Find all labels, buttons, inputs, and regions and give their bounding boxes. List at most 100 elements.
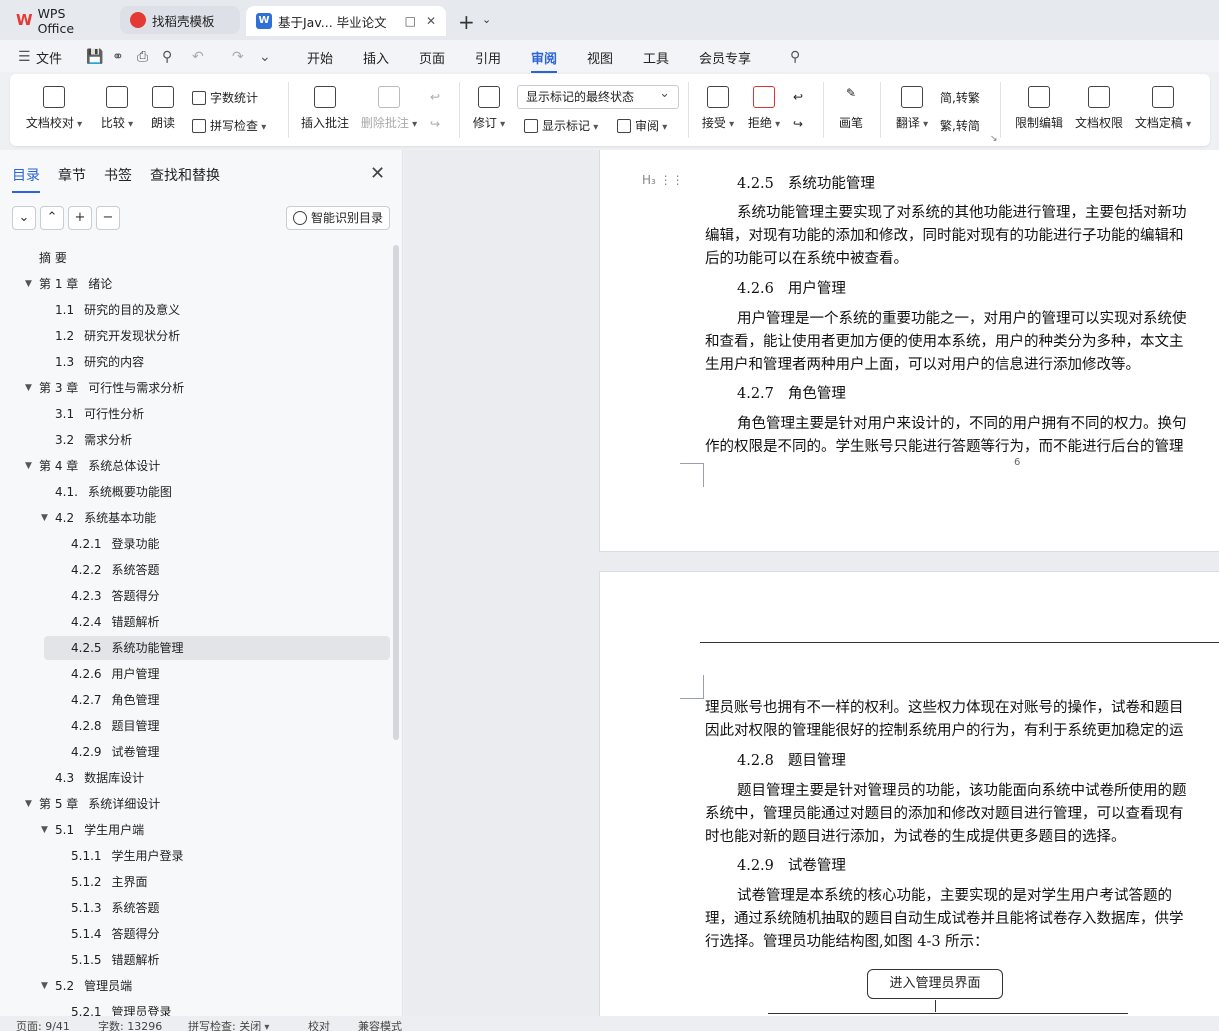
caret-down-icon[interactable]: ▼ xyxy=(25,272,32,296)
print-preview-icon[interactable]: ⚲ xyxy=(162,49,172,65)
previous-comment-icon[interactable]: ↩ xyxy=(430,90,440,104)
toc-item[interactable]: ▼ 第 3 章可行性与需求分析 xyxy=(25,376,184,400)
add-heading-button[interactable]: + xyxy=(68,206,92,230)
tab-chapters[interactable]: 章节 xyxy=(58,165,86,185)
toc-item[interactable]: 3.2 需求分析 xyxy=(55,428,132,452)
review-pane-button[interactable]: 审阅 xyxy=(617,117,667,134)
document-page[interactable]: 理员账号也拥有不一样的权利。这些权力体现在对账号的操作，试卷和题目 因此对权限的… xyxy=(599,571,1219,1016)
chevron-down-icon[interactable]: ⌄ xyxy=(259,49,271,65)
toc-item[interactable]: 摘 要 xyxy=(39,246,67,270)
toc-item[interactable]: 5.2.1 管理员登录 xyxy=(71,1000,172,1016)
word-count-button[interactable]: 字数统计 xyxy=(192,89,258,106)
undo-icon[interactable]: ↶ xyxy=(192,49,204,65)
document-page[interactable]: H₃ ⋮⋮ 4.2.5 系统功能管理 系统功能管理主要实现了对系统的其他功能进行管… xyxy=(599,150,1219,552)
revise-button[interactable]: 修订 xyxy=(470,86,508,131)
insert-comment-button[interactable]: 插入批注 xyxy=(298,86,352,131)
menu-member[interactable]: 会员专享 xyxy=(699,48,751,67)
caret-down-icon[interactable]: ▼ xyxy=(25,454,32,478)
toc-item[interactable]: ▼ 5.1 学生用户端 xyxy=(41,818,144,842)
restrict-edit-button[interactable]: 限制编辑 xyxy=(1010,86,1068,131)
show-markup-button[interactable]: 显示标记 xyxy=(524,117,598,134)
toc-item[interactable]: 5.1.5 错题解析 xyxy=(71,948,160,972)
word-count[interactable]: 字数: 13296 xyxy=(98,1018,162,1031)
close-icon[interactable]: ✕ xyxy=(370,163,385,184)
pen-button[interactable]: ✎ 画笔 xyxy=(834,86,868,131)
remove-heading-button[interactable]: − xyxy=(96,206,120,230)
close-tab-icon[interactable]: ✕ xyxy=(426,14,436,28)
menu-review[interactable]: 审阅 xyxy=(531,48,558,73)
search-icon[interactable]: ⚲ xyxy=(790,49,800,65)
tab-find-replace[interactable]: 查找和替换 xyxy=(150,165,220,185)
toc-item[interactable]: 4.2.6 用户管理 xyxy=(71,662,160,686)
print-icon[interactable]: ⎙ xyxy=(137,49,148,65)
tab-document[interactable]: W 基于Jav... 毕业论文 □ ✕ xyxy=(246,6,446,36)
tab-toc[interactable]: 目录 xyxy=(12,165,40,193)
markup-state-select[interactable]: 显示标记的最终状态 xyxy=(517,83,679,109)
move-up-button[interactable]: ⌃ xyxy=(40,206,64,230)
toc-item[interactable]: 4.2.4 错题解析 xyxy=(71,610,160,634)
caret-down-icon[interactable]: ▼ xyxy=(41,506,48,530)
proofread-status[interactable]: 校对 xyxy=(308,1018,330,1031)
menu-start[interactable]: 开始 xyxy=(307,48,333,67)
toc-item[interactable]: ▼ 第 1 章绪论 xyxy=(25,272,112,296)
caret-down-icon[interactable]: ▼ xyxy=(25,376,32,400)
toc-item[interactable]: 3.1 可行性分析 xyxy=(55,402,144,426)
previous-change-icon[interactable]: ↩ xyxy=(793,90,803,104)
translate-button[interactable]: 翻译 xyxy=(892,86,932,131)
toc-item[interactable]: ▼ 第 4 章系统总体设计 xyxy=(25,454,160,478)
redo-icon[interactable]: ↷ xyxy=(232,49,244,65)
toc-item[interactable]: 4.2.9 试卷管理 xyxy=(71,740,160,764)
collapse-down-button[interactable]: ⌄ xyxy=(12,206,36,230)
toc-item[interactable]: 4.2.2 系统答题 xyxy=(71,558,160,582)
next-comment-icon[interactable]: ↪ xyxy=(430,117,440,131)
chevron-down-icon[interactable]: ⌄ xyxy=(482,13,491,26)
menu-reference[interactable]: 引用 xyxy=(475,48,501,67)
compare-button[interactable]: 比较 xyxy=(96,86,138,131)
menu-file[interactable]: 文件 xyxy=(36,48,62,67)
reject-button[interactable]: 拒绝 xyxy=(744,86,784,131)
caret-down-icon[interactable]: ▼ xyxy=(41,818,48,842)
spell-check-status[interactable]: 拼写检查: 关闭 xyxy=(188,1018,269,1031)
toc-item[interactable]: 4.2.1 登录功能 xyxy=(71,532,160,556)
menu-view[interactable]: 视图 xyxy=(587,48,613,67)
toc-item[interactable]: 4.2.5 系统功能管理 xyxy=(44,636,390,660)
doc-permission-button[interactable]: 文档权限 xyxy=(1072,86,1126,131)
caret-down-icon[interactable]: ▼ xyxy=(25,792,32,816)
toc-item[interactable]: 4.2.8 题目管理 xyxy=(71,714,160,738)
finalize-button[interactable]: 文档定稿 xyxy=(1132,86,1194,131)
link-icon[interactable]: ⚭ xyxy=(112,49,124,65)
toc-item[interactable]: 4.2.3 答题得分 xyxy=(71,584,160,608)
read-aloud-button[interactable]: 朗读 xyxy=(148,86,178,131)
delete-comment-button[interactable]: 删除批注 xyxy=(360,86,418,131)
toc-item[interactable]: 5.1.4 答题得分 xyxy=(71,922,160,946)
window-icon[interactable]: □ xyxy=(405,14,416,28)
scrollbar[interactable] xyxy=(393,245,399,740)
tab-template[interactable]: 找稻壳模板 xyxy=(120,6,240,34)
spell-check-button[interactable]: 拼写检查 xyxy=(192,117,266,134)
caret-down-icon[interactable]: ▼ xyxy=(41,974,48,998)
menu-insert[interactable]: 插入 xyxy=(363,48,389,67)
toc-item[interactable]: 5.1.3 系统答题 xyxy=(71,896,160,920)
next-change-icon[interactable]: ↪ xyxy=(793,117,803,131)
doc-check-button[interactable]: 文档校对 xyxy=(22,86,86,131)
new-tab-icon[interactable]: + xyxy=(458,10,475,34)
smart-toc-button[interactable]: 智能识别目录 xyxy=(286,206,390,230)
toc-item[interactable]: 1.3 研究的内容 xyxy=(55,350,144,374)
tab-wps-office[interactable]: WPS Office xyxy=(6,6,114,36)
toc-item[interactable]: 5.1.1 学生用户登录 xyxy=(71,844,184,868)
toc-item[interactable]: ▼ 5.2 管理员端 xyxy=(41,974,132,998)
toc-item[interactable]: 4.1. 系统概要功能图 xyxy=(55,480,172,504)
toc-item[interactable]: 5.1.2 主界面 xyxy=(71,870,148,894)
toc-item[interactable]: ▼ 第 5 章系统详细设计 xyxy=(25,792,160,816)
toc-item[interactable]: 4.2.7 角色管理 xyxy=(71,688,160,712)
save-icon[interactable]: 💾 xyxy=(86,49,103,65)
toc-item[interactable]: 4.3 数据库设计 xyxy=(55,766,144,790)
menu-icon[interactable]: ☰ xyxy=(18,49,31,65)
page-indicator[interactable]: 页面: 9/41 xyxy=(16,1018,70,1031)
to-simplified-button[interactable]: 繁,转简 xyxy=(940,117,980,134)
toc-item[interactable]: 1.2 研究开发现状分析 xyxy=(55,324,180,348)
toc-item[interactable]: 1.1 研究的目的及意义 xyxy=(55,298,180,322)
to-traditional-button[interactable]: 简,转繁 xyxy=(940,89,980,106)
expand-icon[interactable]: ↘ xyxy=(990,134,998,144)
menu-tools[interactable]: 工具 xyxy=(643,48,669,67)
